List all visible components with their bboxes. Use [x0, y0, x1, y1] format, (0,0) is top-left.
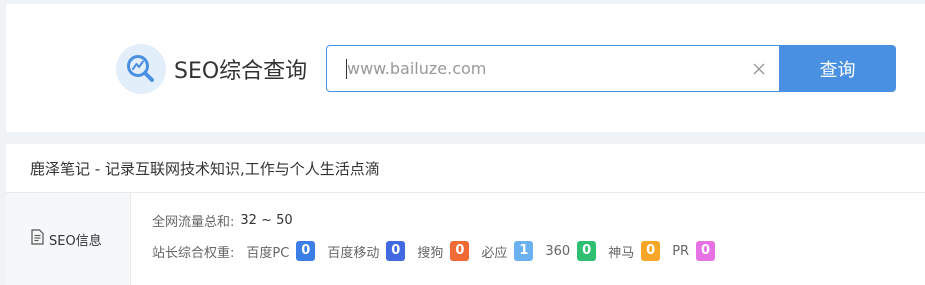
result-panel: 鹿泽笔记 - 记录互联网技术知识,工作与个人生活点滴 SEO信息 全网流量总和:…: [6, 144, 925, 285]
weights-label: 站长综合权重:: [152, 245, 235, 261]
weight-badge: 0: [641, 241, 661, 261]
weight-baidu-pc[interactable]: 百度PC 0: [246, 241, 316, 261]
weight-pr[interactable]: PR 0: [672, 241, 716, 261]
traffic-value: 32 ~ 50: [240, 213, 293, 228]
weight-bing[interactable]: 必应 1: [481, 241, 534, 261]
search-panel: SEO综合查询 查询: [6, 4, 925, 132]
weight-sogou[interactable]: 搜狗 0: [417, 241, 470, 261]
weight-badge: 0: [386, 241, 406, 261]
search-input[interactable]: [327, 46, 737, 91]
logo: SEO综合查询: [116, 44, 307, 94]
site-title: 鹿泽笔记 - 记录互联网技术知识,工作与个人生活点滴: [30, 160, 380, 178]
close-icon[interactable]: [748, 58, 770, 80]
weight-badge: 0: [577, 241, 597, 261]
traffic-label: 全网流量总和:: [152, 215, 235, 230]
weight-badge: 0: [450, 241, 470, 261]
weight-badge: 0: [696, 241, 716, 261]
document-icon: [30, 229, 45, 249]
app-title: SEO综合查询: [174, 59, 308, 84]
weight-badge: 1: [514, 241, 534, 261]
traffic-row: 全网流量总和: 32 ~ 50: [152, 211, 293, 230]
text-caret: [346, 59, 347, 79]
weight-badge: 0: [296, 241, 316, 261]
weights-row: 站长综合权重: 百度PC 0 百度移动 0 搜狗 0 必应 1 360 0 神马…: [152, 241, 716, 261]
weight-360[interactable]: 360 0: [545, 241, 597, 261]
divider: [6, 192, 925, 193]
chart-magnifier-icon: [116, 44, 166, 94]
seo-info-label: SEO信息: [49, 233, 102, 249]
weight-shenma[interactable]: 神马 0: [608, 241, 661, 261]
search-box[interactable]: [326, 45, 781, 92]
weight-baidu-mobile[interactable]: 百度移动 0: [327, 241, 406, 261]
seo-info-label-cell: SEO信息: [6, 193, 131, 285]
query-button[interactable]: 查询: [779, 45, 896, 92]
